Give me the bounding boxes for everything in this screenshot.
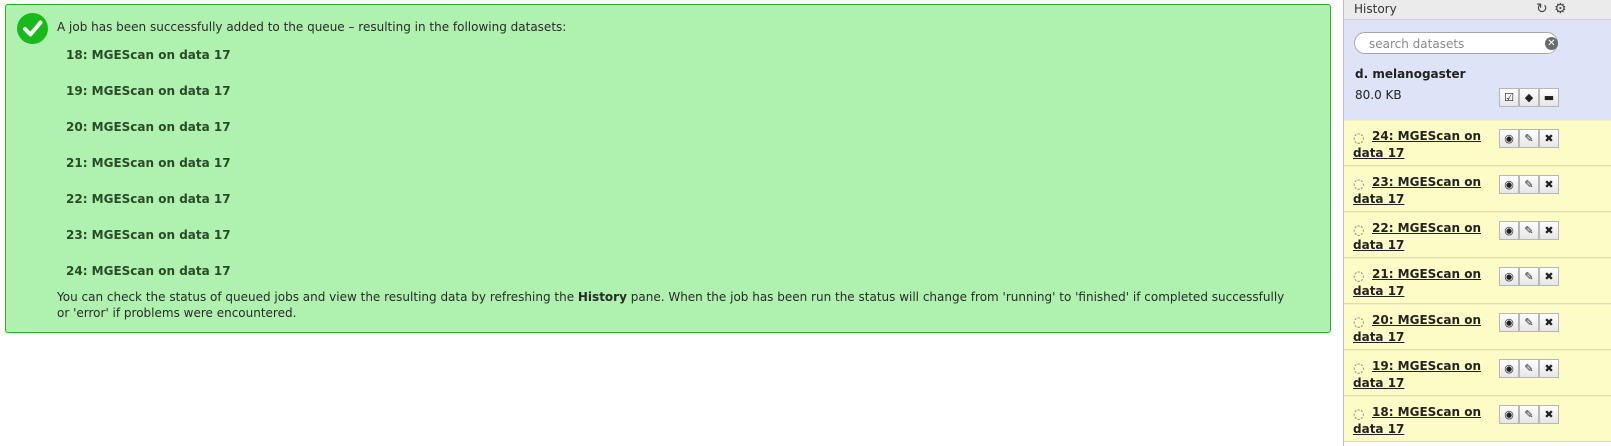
history-item-title[interactable]: 21: MGEScan on data 17 [1353,266,1488,300]
checkbox-icon[interactable]: ☑ [1499,88,1519,107]
history-item-title[interactable]: 19: MGEScan on data 17 [1353,358,1488,392]
dataset-entry: 18: MGEScan on data 17 [66,48,231,62]
item-actions: ◉ ✎ ✖ [1499,175,1559,194]
history-header: ✕ d. melanogaster 80.0 KB ☑ ◆ ▬ [1344,20,1611,120]
history-name[interactable]: d. melanogaster [1355,67,1466,81]
history-item-title[interactable]: 18: MGEScan on data 17 [1353,404,1488,438]
item-actions: ◉ ✎ ✖ [1499,405,1559,424]
eye-icon[interactable]: ◉ [1499,267,1519,286]
history-item[interactable]: ◌ 23: MGEScan on data 17 ◉ ✎ ✖ [1344,166,1611,212]
check-circle-icon [17,13,48,44]
message-headline: A job has been successfully added to the… [57,20,567,34]
gear-icon[interactable]: ⚙ [1554,1,1567,17]
pencil-icon[interactable]: ✎ [1519,405,1539,424]
history-item[interactable]: ◌ 20: MGEScan on data 17 ◉ ✎ ✖ [1344,304,1611,350]
history-actions: ☑ ◆ ▬ [1499,88,1559,107]
eye-icon[interactable]: ◉ [1499,313,1519,332]
history-item-title[interactable]: 23: MGEScan on data 17 [1353,174,1488,208]
history-title: History [1354,2,1397,16]
eye-icon[interactable]: ◉ [1499,129,1519,148]
eye-icon[interactable]: ◉ [1499,175,1519,194]
search-box: ✕ [1354,32,1558,54]
close-icon[interactable]: ✖ [1539,267,1559,286]
close-icon[interactable]: ✖ [1539,359,1559,378]
refresh-icon[interactable]: ↻ [1536,1,1548,17]
history-panel: History ↻ ⚙ ✕ d. melanogaster 80.0 KB ☑ … [1343,0,1611,446]
footer-history-emphasis: History [577,290,627,304]
job-queued-message: A job has been successfully added to the… [5,4,1331,333]
pencil-icon[interactable]: ✎ [1519,175,1539,194]
footer-text-start: You can check the status of queued jobs … [57,290,578,304]
dataset-entry: 22: MGEScan on data 17 [66,192,231,206]
eye-icon[interactable]: ◉ [1499,221,1519,240]
dataset-entry: 19: MGEScan on data 17 [66,84,231,98]
history-size: 80.0 KB [1355,88,1402,102]
close-icon[interactable]: ✖ [1539,129,1559,148]
close-icon[interactable]: ✖ [1539,405,1559,424]
comment-icon[interactable]: ▬ [1539,88,1559,107]
item-actions: ◉ ✎ ✖ [1499,313,1559,332]
close-icon[interactable]: ✖ [1539,313,1559,332]
history-item[interactable]: ◌ 21: MGEScan on data 17 ◉ ✎ ✖ [1344,258,1611,304]
history-items: ◌ 24: MGEScan on data 17 ◉ ✎ ✖ ◌ 23: MGE… [1344,120,1611,442]
clear-search-icon[interactable]: ✕ [1545,37,1558,50]
close-icon[interactable]: ✖ [1539,175,1559,194]
item-actions: ◉ ✎ ✖ [1499,359,1559,378]
dataset-entry: 23: MGEScan on data 17 [66,228,231,242]
pencil-icon[interactable]: ✎ [1519,129,1539,148]
search-input[interactable] [1367,36,1541,52]
dataset-entry: 21: MGEScan on data 17 [66,156,231,170]
history-item[interactable]: ◌ 19: MGEScan on data 17 ◉ ✎ ✖ [1344,350,1611,396]
pencil-icon[interactable]: ✎ [1519,267,1539,286]
pencil-icon[interactable]: ✎ [1519,359,1539,378]
close-icon[interactable]: ✖ [1539,221,1559,240]
tags-icon[interactable]: ◆ [1519,88,1539,107]
history-item[interactable]: ◌ 22: MGEScan on data 17 ◉ ✎ ✖ [1344,212,1611,258]
history-item-title[interactable]: 20: MGEScan on data 17 [1353,312,1488,346]
item-actions: ◉ ✎ ✖ [1499,129,1559,148]
history-item-title[interactable]: 24: MGEScan on data 17 [1353,128,1488,162]
item-actions: ◉ ✎ ✖ [1499,221,1559,240]
dataset-list: 18: MGEScan on data 17 19: MGEScan on da… [66,47,231,299]
dataset-entry: 20: MGEScan on data 17 [66,120,231,134]
history-item-title[interactable]: 22: MGEScan on data 17 [1353,220,1488,254]
item-actions: ◉ ✎ ✖ [1499,267,1559,286]
eye-icon[interactable]: ◉ [1499,359,1519,378]
history-item[interactable]: ◌ 18: MGEScan on data 17 ◉ ✎ ✖ [1344,396,1611,442]
history-item[interactable]: ◌ 24: MGEScan on data 17 ◉ ✎ ✖ [1344,120,1611,166]
pencil-icon[interactable]: ✎ [1519,221,1539,240]
eye-icon[interactable]: ◉ [1499,405,1519,424]
history-title-bar: History ↻ ⚙ [1344,0,1611,20]
pencil-icon[interactable]: ✎ [1519,313,1539,332]
message-footer: You can check the status of queued jobs … [57,289,1297,321]
